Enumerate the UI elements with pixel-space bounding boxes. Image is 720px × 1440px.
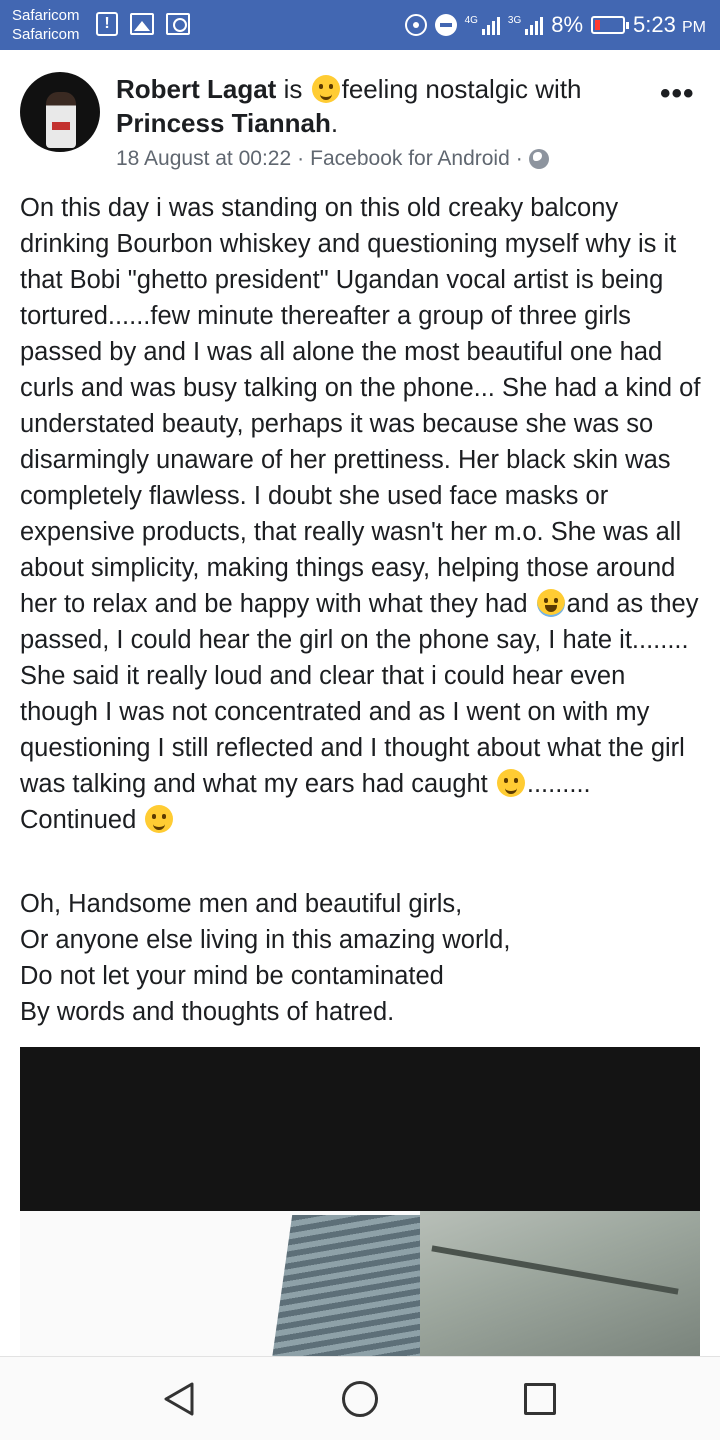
post-header: Robert Lagat is feeling nostalgic with P… <box>116 72 646 140</box>
globe-icon <box>528 149 549 169</box>
post-body: On this day i was standing on this old c… <box>20 190 708 838</box>
header-verb: is <box>283 74 303 104</box>
post-date[interactable]: 18 August at 00:22 <box>116 146 291 172</box>
clock: 5:23 PM <box>633 12 706 38</box>
body-part-2: and as they passed, I could hear the gir… <box>20 590 699 798</box>
poem-line-4: By words and thoughts of hatred. <box>20 998 395 1026</box>
more-options-button[interactable]: ••• <box>660 79 695 109</box>
do-not-disturb-icon <box>434 14 457 36</box>
author-name[interactable]: Robert Lagat <box>116 74 276 104</box>
poem-line-1: Oh, Handsome men and beautiful girls, <box>20 890 463 918</box>
clock-time: 5:23 <box>633 12 676 37</box>
tagged-friend[interactable]: Princess Tiannah <box>116 108 331 138</box>
battery-percent: 8% <box>551 12 584 37</box>
recent-apps-square-icon[interactable] <box>524 1383 556 1415</box>
smiling-blush-emoji-icon <box>496 769 525 797</box>
meta-separator-2: · <box>515 147 523 170</box>
system-nav-bar <box>0 1356 720 1440</box>
carrier-labels: Safaricom Safaricom <box>12 6 80 44</box>
photo-content <box>20 1211 700 1356</box>
smiling-emoji-icon <box>311 75 340 103</box>
hotspot-icon <box>404 14 427 36</box>
network-type-1: 4G <box>464 15 478 26</box>
poem-line-3: Do not let your mind be contaminated <box>20 962 444 990</box>
notification-icons: ! <box>96 12 190 36</box>
post-poem: Oh, Handsome men and beautiful girls, Or… <box>20 886 700 1030</box>
signal-icon-2: 3G <box>507 15 544 35</box>
battery-icon <box>591 16 630 34</box>
post-photo[interactable] <box>20 1047 700 1356</box>
image-notification-icon <box>130 13 154 35</box>
tagged-suffix: . <box>330 108 339 138</box>
home-circle-icon[interactable] <box>342 1381 378 1417</box>
carrier-2: Safaricom <box>12 26 80 43</box>
clock-ampm: PM <box>682 19 706 36</box>
status-bar: Safaricom Safaricom ! 4G 3G 8% 5:23 PM <box>0 0 720 50</box>
winking-emoji-icon <box>145 805 174 833</box>
network-type-2: 3G <box>507 15 522 26</box>
meta-separator: · <box>297 147 305 170</box>
avatar-figure <box>46 92 76 148</box>
poem-line-2: Or anyone else living in this amazing wo… <box>20 926 511 954</box>
photo-wall <box>420 1211 700 1356</box>
signal-icon-1: 4G <box>465 15 500 35</box>
screenshot-notification-icon <box>166 13 190 35</box>
laughing-emoji-icon <box>536 589 565 617</box>
status-right: 4G 3G 8% 5:23 PM <box>404 0 706 50</box>
author-avatar[interactable] <box>20 72 100 152</box>
post-source: Facebook for Android <box>310 147 510 170</box>
feeling-text: feeling nostalgic with <box>341 74 582 104</box>
back-triangle-icon[interactable] <box>162 1381 196 1417</box>
body-main: On this day i was standing on this old c… <box>20 194 701 618</box>
carrier-1: Safaricom <box>12 7 80 24</box>
alert-icon: ! <box>96 12 118 36</box>
post-meta: 18 August at 00:22 · Facebook for Androi… <box>116 146 549 172</box>
